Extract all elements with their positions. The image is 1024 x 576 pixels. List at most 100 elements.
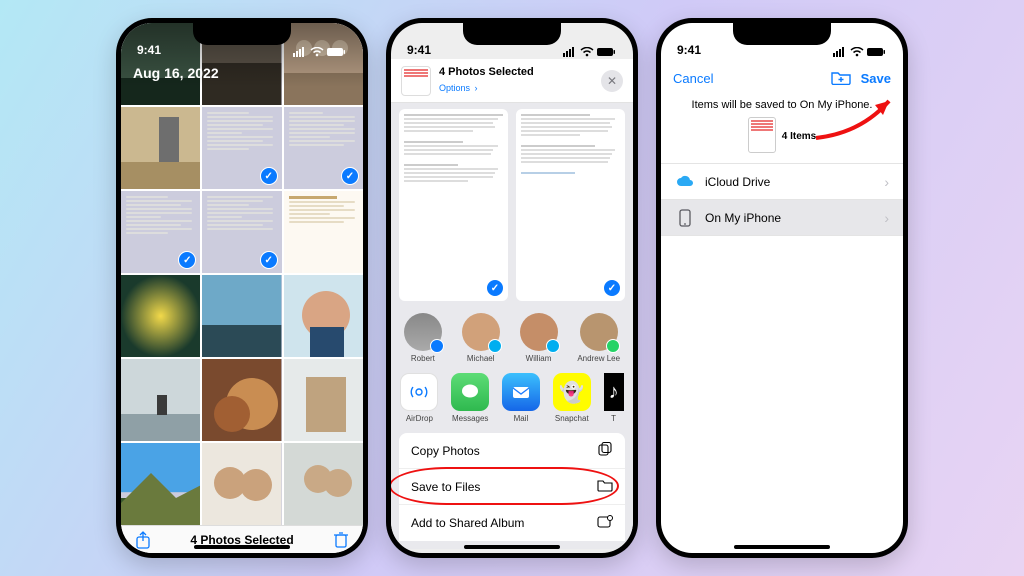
share-contact[interactable]: William bbox=[520, 313, 558, 363]
contact-name: Andrew Lee bbox=[577, 354, 620, 363]
options-button[interactable]: Options › bbox=[439, 78, 534, 96]
app-label: Snapchat bbox=[555, 414, 589, 423]
preview-page[interactable] bbox=[516, 109, 625, 301]
cellular-icon bbox=[293, 47, 307, 57]
files-nav-bar: Cancel Save bbox=[661, 59, 903, 97]
location-label: iCloud Drive bbox=[705, 175, 770, 189]
action-label: Copy Photos bbox=[411, 444, 480, 458]
app-label: Messages bbox=[452, 414, 488, 423]
app-label: Mail bbox=[514, 414, 529, 423]
app-badge-icon bbox=[430, 339, 444, 353]
photo-thumbnail[interactable] bbox=[202, 275, 281, 357]
action-copy-photos[interactable]: Copy Photos bbox=[399, 433, 625, 469]
app-label: T bbox=[611, 414, 616, 423]
action-label: Save to Files bbox=[411, 480, 480, 494]
chevron-right-icon: › bbox=[884, 210, 889, 226]
home-indicator[interactable] bbox=[194, 545, 290, 549]
new-folder-icon[interactable] bbox=[831, 69, 851, 88]
mail-icon bbox=[502, 373, 540, 411]
action-label: Add to Shared Album bbox=[411, 516, 524, 530]
photos-grid[interactable] bbox=[121, 23, 363, 525]
battery-icon bbox=[867, 47, 887, 57]
location-label: On My iPhone bbox=[705, 211, 781, 225]
share-app-airdrop[interactable]: AirDrop bbox=[400, 373, 438, 423]
photo-thumbnail[interactable] bbox=[121, 191, 200, 273]
home-indicator[interactable] bbox=[734, 545, 830, 549]
folder-icon bbox=[597, 478, 613, 495]
location-on-my-iphone[interactable]: On My iPhone › bbox=[661, 200, 903, 236]
photo-thumbnail[interactable] bbox=[121, 107, 200, 189]
wifi-icon bbox=[850, 47, 864, 57]
locations-list: iCloud Drive › On My iPhone › bbox=[661, 163, 903, 236]
status-time: 9:41 bbox=[407, 43, 431, 57]
share-icon[interactable] bbox=[135, 531, 151, 549]
app-badge-icon bbox=[488, 339, 502, 353]
share-apps-row[interactable]: AirDrop Messages Mail 👻Snapchat ♪T bbox=[391, 367, 633, 433]
action-add-to-shared-album[interactable]: Add to Shared Album bbox=[399, 505, 625, 541]
selection-check-icon bbox=[603, 279, 621, 297]
photo-thumbnail[interactable] bbox=[202, 443, 281, 525]
app-badge-icon bbox=[546, 339, 560, 353]
iphone-icon bbox=[675, 208, 695, 228]
save-message: Items will be saved to On My iPhone. bbox=[661, 97, 903, 117]
tiktok-icon: ♪ bbox=[604, 373, 624, 411]
location-icloud-drive[interactable]: iCloud Drive › bbox=[661, 164, 903, 200]
selection-check-icon bbox=[341, 167, 359, 185]
contact-name: William bbox=[526, 354, 552, 363]
contact-name: Michael bbox=[467, 354, 495, 363]
notch bbox=[193, 23, 291, 45]
close-icon[interactable]: ✕ bbox=[601, 70, 623, 92]
photo-thumbnail[interactable] bbox=[284, 275, 363, 357]
share-preview-area[interactable] bbox=[391, 103, 633, 303]
home-indicator[interactable] bbox=[464, 545, 560, 549]
share-app-messages[interactable]: Messages bbox=[451, 373, 489, 423]
share-contact[interactable]: Andrew Lee bbox=[577, 313, 620, 363]
share-sheet-title: 4 Photos Selected bbox=[439, 66, 534, 78]
save-button[interactable]: Save bbox=[861, 71, 891, 86]
photo-thumbnail[interactable] bbox=[284, 191, 363, 273]
photo-thumbnail[interactable] bbox=[202, 359, 281, 441]
phone-save-to-files: 9:41 Cancel Save Items will be saved to … bbox=[656, 18, 908, 558]
airdrop-icon bbox=[400, 373, 438, 411]
items-preview: 4 Items bbox=[661, 117, 903, 163]
album-icon bbox=[597, 515, 613, 532]
header-thumbnail-icon bbox=[401, 66, 431, 96]
contact-name: Robert bbox=[411, 354, 435, 363]
cellular-icon bbox=[833, 47, 847, 57]
selection-check-icon bbox=[178, 251, 196, 269]
app-badge-icon bbox=[606, 339, 620, 353]
share-app-snapchat[interactable]: 👻 Snapchat bbox=[553, 373, 591, 423]
share-actions-list: Copy Photos Save to Files Add to Shared … bbox=[391, 433, 633, 549]
selection-check-icon bbox=[486, 279, 504, 297]
preview-page[interactable] bbox=[399, 109, 508, 301]
status-time: 9:41 bbox=[137, 43, 161, 57]
wifi-icon bbox=[580, 47, 594, 57]
share-app-mail[interactable]: Mail bbox=[502, 373, 540, 423]
wifi-icon bbox=[310, 47, 324, 57]
cancel-button[interactable]: Cancel bbox=[673, 71, 713, 86]
photo-thumbnail[interactable] bbox=[121, 275, 200, 357]
share-contact[interactable]: Michael bbox=[462, 313, 500, 363]
action-save-to-files[interactable]: Save to Files bbox=[399, 469, 625, 505]
battery-icon bbox=[327, 47, 347, 57]
share-app-more[interactable]: ♪T bbox=[604, 373, 624, 423]
app-label: AirDrop bbox=[406, 414, 433, 423]
photo-thumbnail[interactable] bbox=[202, 107, 281, 189]
photo-thumbnail[interactable] bbox=[284, 359, 363, 441]
share-contacts-row[interactable]: Robert Michael William Andrew Lee bbox=[391, 303, 633, 367]
snapchat-icon: 👻 bbox=[553, 373, 591, 411]
selection-check-icon bbox=[260, 251, 278, 269]
phone-photos-grid: 9:41 Aug 16, 2022 bbox=[116, 18, 368, 558]
chevron-right-icon: › bbox=[884, 174, 889, 190]
photo-thumbnail[interactable] bbox=[284, 443, 363, 525]
trash-icon[interactable] bbox=[333, 531, 349, 549]
photo-thumbnail[interactable] bbox=[121, 359, 200, 441]
icloud-icon bbox=[675, 172, 695, 192]
share-sheet-header: 4 Photos Selected Options › ✕ bbox=[391, 59, 633, 103]
photo-thumbnail[interactable] bbox=[284, 107, 363, 189]
share-contact[interactable]: Robert bbox=[404, 313, 442, 363]
photo-thumbnail[interactable] bbox=[202, 191, 281, 273]
status-time: 9:41 bbox=[677, 43, 701, 57]
photo-thumbnail[interactable] bbox=[121, 443, 200, 525]
notch bbox=[463, 23, 561, 45]
